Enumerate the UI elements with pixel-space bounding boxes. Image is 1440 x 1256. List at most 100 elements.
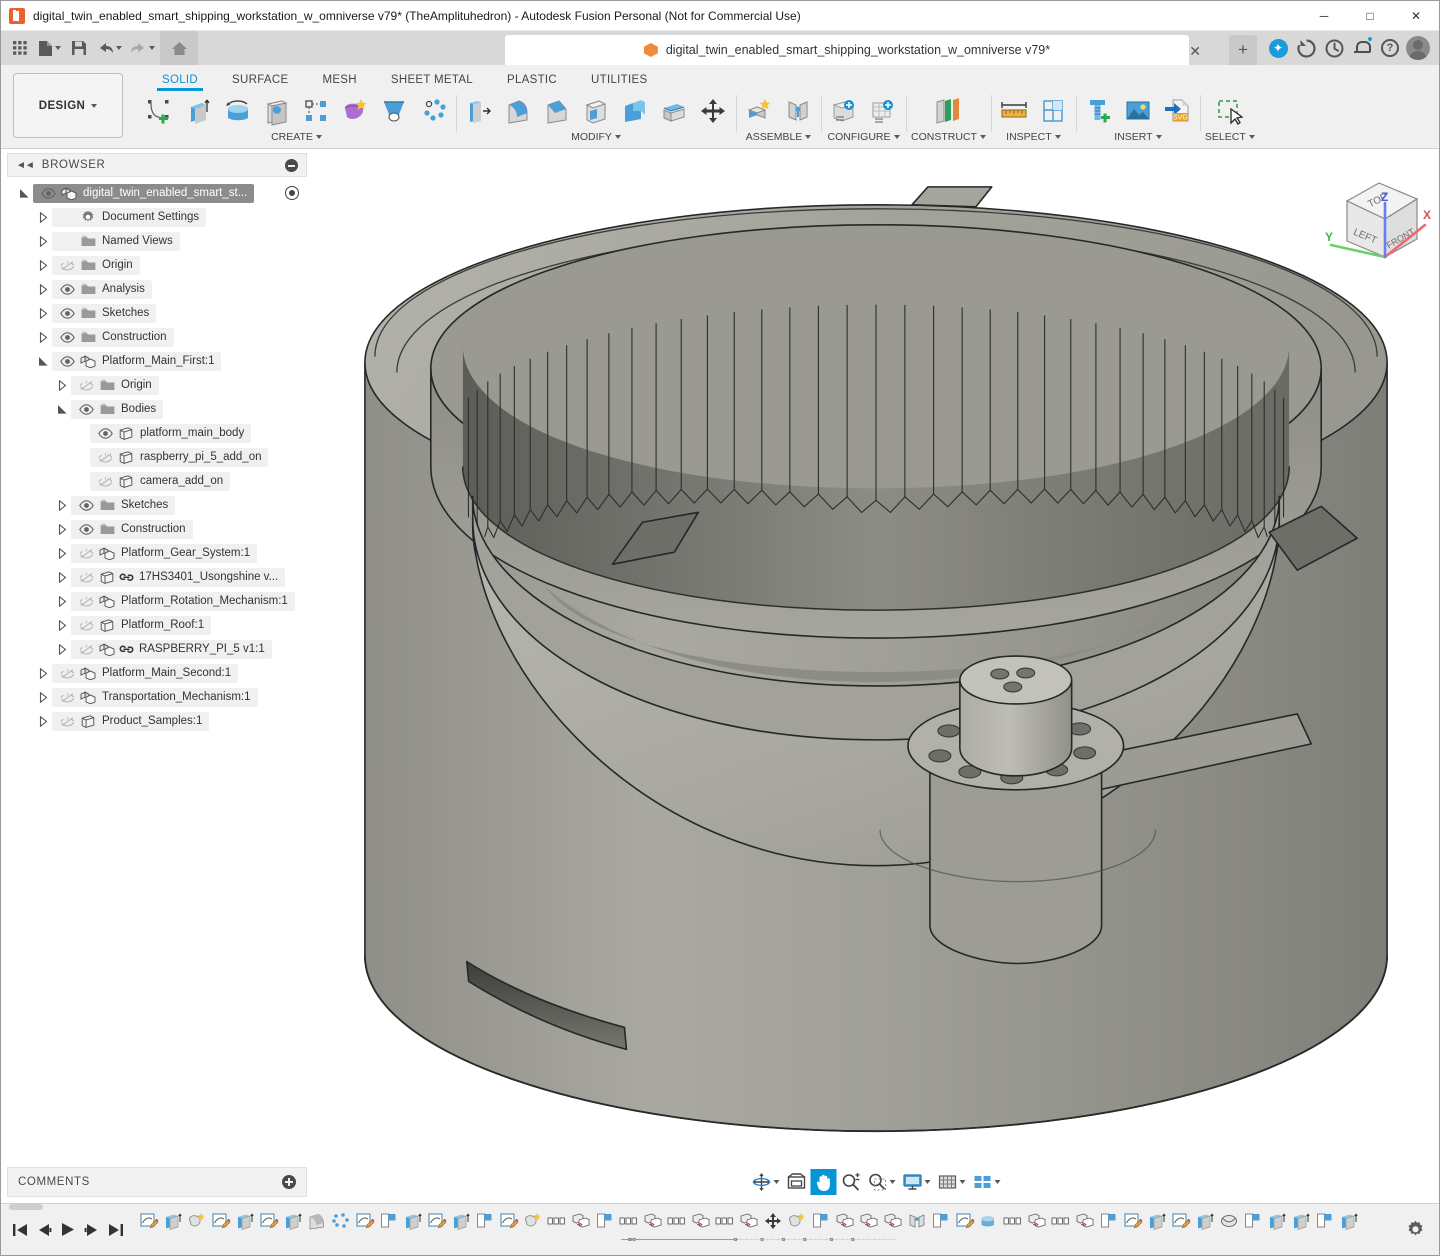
collapse-arrow-icon[interactable] xyxy=(34,356,52,367)
tree-item-transportation-mechanism-1[interactable]: Transportation_Mechanism:1 xyxy=(1,685,313,709)
select-window-icon[interactable] xyxy=(1212,93,1248,129)
expand-arrow-icon[interactable] xyxy=(53,644,71,655)
rectangular-pattern-icon[interactable] xyxy=(298,93,334,129)
expand-arrow-icon[interactable] xyxy=(34,668,52,679)
expand-arrow-icon[interactable] xyxy=(53,380,71,391)
extrude-icon[interactable] xyxy=(181,93,217,129)
timeline-rail[interactable] xyxy=(137,1238,1381,1242)
look-at-icon[interactable] xyxy=(784,1169,810,1195)
eye-visible-icon[interactable] xyxy=(56,308,78,319)
timeline-feature-group[interactable] xyxy=(1001,1206,1025,1236)
timeline-feature-sketch[interactable] xyxy=(497,1206,521,1236)
timeline-feature-extrude[interactable] xyxy=(1145,1206,1169,1236)
timeline-feature-plane[interactable] xyxy=(809,1206,833,1236)
split-face-icon[interactable] xyxy=(656,93,692,129)
help-icon[interactable]: ? xyxy=(1377,35,1403,61)
eye-hidden-icon[interactable] xyxy=(56,716,78,727)
tree-item-platform-rotation-mechanism-1[interactable]: Platform_Rotation_Mechanism:1 xyxy=(1,589,313,613)
eye-hidden-icon[interactable] xyxy=(75,596,97,607)
timeline-feature-plane[interactable] xyxy=(1241,1206,1265,1236)
viewports-icon[interactable] xyxy=(970,1169,1004,1195)
insert-mcmaster-icon[interactable] xyxy=(1081,93,1117,129)
new-tab-button[interactable]: + xyxy=(1229,35,1257,65)
timeline-feature-form[interactable] xyxy=(521,1206,545,1236)
timeline-feature-sketch[interactable] xyxy=(353,1206,377,1236)
home-tab-button[interactable] xyxy=(160,31,198,65)
tab-solid[interactable]: SOLID xyxy=(145,73,215,91)
timeline-feature-plane[interactable] xyxy=(593,1206,617,1236)
tree-item-17hs3401-usongshine-v[interactable]: 17HS3401_Usongshine v... xyxy=(1,565,313,589)
timeline-feature-extrude[interactable] xyxy=(1265,1206,1289,1236)
model-rotating-platform-drum[interactable] xyxy=(313,149,1439,1203)
configuration-table-icon[interactable] xyxy=(865,93,901,129)
expand-arrow-icon[interactable] xyxy=(34,332,52,343)
tree-item-platform-main-first-1[interactable]: Platform_Main_First:1 xyxy=(1,349,313,373)
tree-item-platform-main-second-1[interactable]: Platform_Main_Second:1 xyxy=(1,661,313,685)
timeline-feature-mirror[interactable] xyxy=(473,1206,497,1236)
tree-item-origin[interactable]: Origin xyxy=(1,253,313,277)
timeline-feature-extrude[interactable] xyxy=(161,1206,185,1236)
orbit-icon[interactable] xyxy=(749,1169,783,1195)
tree-item-digital-twin-enabled-smart-st[interactable]: digital_twin_enabled_smart_st... xyxy=(1,181,313,205)
timeline-feature-plane[interactable] xyxy=(1313,1206,1337,1236)
collapse-arrow-icon[interactable] xyxy=(53,404,71,415)
grid-snap-icon[interactable] xyxy=(935,1169,969,1195)
hole-pattern-icon[interactable] xyxy=(415,93,451,129)
tree-item-platform-gear-system-1[interactable]: Platform_Gear_System:1 xyxy=(1,541,313,565)
eye-visible-icon[interactable] xyxy=(56,332,78,343)
configuration-icon[interactable] xyxy=(826,93,862,129)
close-button[interactable]: ✕ xyxy=(1393,1,1439,31)
section-analysis-icon[interactable] xyxy=(1035,93,1071,129)
avatar[interactable] xyxy=(1405,35,1431,61)
play-icon[interactable] xyxy=(57,1217,79,1243)
eye-hidden-icon[interactable] xyxy=(75,572,97,583)
panel-modify-label[interactable]: MODIFY xyxy=(571,129,621,143)
create-sketch-icon[interactable] xyxy=(142,93,178,129)
timeline-feature-group[interactable] xyxy=(1049,1206,1073,1236)
eye-hidden-icon[interactable] xyxy=(56,668,78,679)
offset-plane-icon[interactable] xyxy=(930,93,966,129)
tree-item-document-settings[interactable]: Document Settings xyxy=(1,205,313,229)
joint-icon[interactable] xyxy=(780,93,816,129)
timeline-feature-move-copy-body[interactable] xyxy=(881,1206,905,1236)
apps-grid-button[interactable] xyxy=(7,34,33,62)
timeline-feature-mirror[interactable] xyxy=(929,1206,953,1236)
tree-item-sketches[interactable]: Sketches xyxy=(1,301,313,325)
eye-hidden-icon[interactable] xyxy=(75,644,97,655)
timeline-feature-move-copy-body[interactable] xyxy=(833,1206,857,1236)
expand-arrow-icon[interactable] xyxy=(53,548,71,559)
expand-arrow-icon[interactable] xyxy=(34,308,52,319)
panel-create-label[interactable]: CREATE xyxy=(271,129,322,143)
workspace-selector[interactable]: DESIGN xyxy=(13,73,123,138)
timeline-feature-move-copy-body[interactable] xyxy=(569,1206,593,1236)
loft-icon[interactable] xyxy=(376,93,412,129)
eye-visible-icon[interactable] xyxy=(94,428,116,439)
eye-hidden-icon[interactable] xyxy=(56,260,78,271)
display-settings-icon[interactable] xyxy=(900,1169,934,1195)
new-file-button[interactable] xyxy=(35,34,64,62)
timeline-feature-form[interactable] xyxy=(185,1206,209,1236)
eye-visible-icon[interactable] xyxy=(75,500,97,511)
expand-arrow-icon[interactable] xyxy=(34,692,52,703)
timeline-feature-sketch[interactable] xyxy=(257,1206,281,1236)
tab-utilities[interactable]: UTILITIES xyxy=(574,73,664,91)
minimize-icon[interactable] xyxy=(285,159,298,172)
timeline-feature-plane[interactable] xyxy=(1097,1206,1121,1236)
tree-item-named-views[interactable]: Named Views xyxy=(1,229,313,253)
panel-configure-label[interactable]: CONFIGURE xyxy=(828,129,900,143)
expand-arrow-icon[interactable] xyxy=(34,284,52,295)
timeline-feature-move-copy-body[interactable] xyxy=(1025,1206,1049,1236)
panel-select-label[interactable]: SELECT xyxy=(1205,129,1255,143)
timeline-feature-extrude[interactable] xyxy=(401,1206,425,1236)
document-tab[interactable]: digital_twin_enabled_smart_shipping_work… xyxy=(505,35,1189,65)
redo-button[interactable] xyxy=(127,34,158,62)
step-forward-icon[interactable] xyxy=(81,1217,103,1243)
tree-item-raspberry-pi-5-v1-1[interactable]: RASPBERRY_PI_5 v1:1 xyxy=(1,637,313,661)
tree-item-raspberry-pi-5-add-on[interactable]: raspberry_pi_5_add_on xyxy=(1,445,313,469)
expand-arrow-icon[interactable] xyxy=(53,572,71,583)
timeline-feature-sketch[interactable] xyxy=(209,1206,233,1236)
history-clock-icon[interactable] xyxy=(1321,35,1347,61)
tab-surface[interactable]: SURFACE xyxy=(215,73,305,91)
sync-icon[interactable] xyxy=(1293,35,1319,61)
combine-icon[interactable] xyxy=(617,93,653,129)
